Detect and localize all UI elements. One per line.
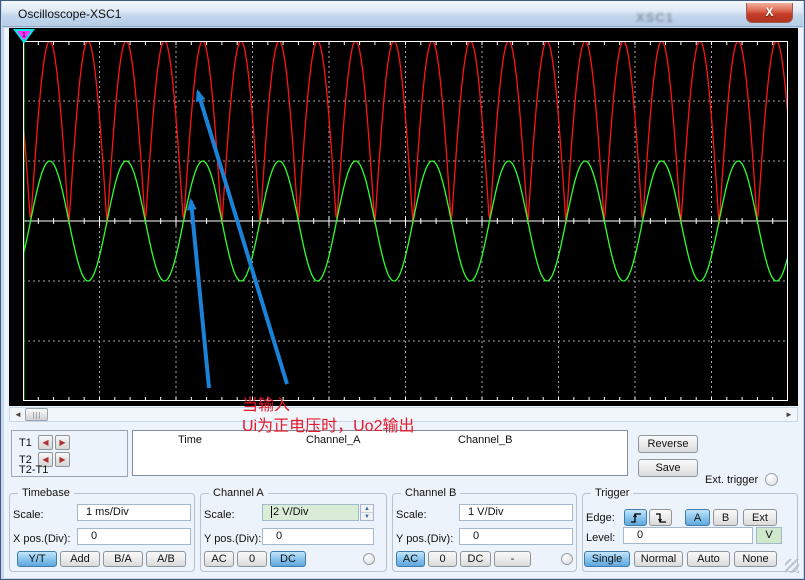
channel-a-probe-indicator [363, 553, 375, 565]
timebase-add-button[interactable]: Add [60, 551, 100, 567]
ext-trigger-indicator [765, 473, 778, 486]
close-button[interactable]: X [746, 3, 793, 23]
trigger-level-label: Level: [586, 532, 615, 544]
trigger-level-unit-select[interactable]: V [756, 527, 782, 544]
channel-a-scale-field[interactable]: 2 V/Div [262, 504, 359, 521]
timebase-yt-button[interactable]: Y/T [17, 551, 57, 567]
trigger-source-b-button[interactable]: B [713, 509, 738, 526]
channel-b-dc-button[interactable]: DC [460, 551, 491, 567]
trigger-single-button[interactable]: Single [584, 551, 630, 567]
timebase-scale-label: Scale: [13, 509, 44, 521]
channel-a-scale-spinner[interactable]: ▲ ▼ [360, 504, 374, 521]
trigger-normal-button[interactable]: Normal [634, 551, 683, 567]
readout-table: Time Channel_A Channel_B [132, 430, 628, 476]
trigger-source-a-button[interactable]: A [685, 509, 710, 526]
oscilloscope-window: Oscilloscope-XSC1 XSC1 X 1 当输入 Ui为正电压时，U… [0, 0, 805, 580]
cursor-panel: T1 ◀ ▶ T2 ◀ ▶ T2-T1 [11, 430, 128, 477]
channel-b-scale-field[interactable]: 1 V/Div [459, 504, 573, 521]
channel-b-probe-indicator [561, 553, 573, 565]
timebase-ab-button[interactable]: A/B [146, 551, 186, 567]
svg-text:1: 1 [22, 32, 26, 39]
channel-a-ypos-label: Y pos.(Div): [204, 533, 261, 545]
title-bar[interactable]: Oscilloscope-XSC1 XSC1 X [2, 1, 803, 27]
channel-b-title: Channel B [401, 487, 460, 499]
t2-right-button[interactable]: ▶ [55, 452, 70, 467]
timebase-title: Timebase [18, 487, 74, 499]
trigger-level-field[interactable]: 0 [623, 527, 753, 544]
spinner-up-icon[interactable]: ▲ [361, 505, 373, 513]
channel-a-dc-button[interactable]: DC [270, 551, 306, 567]
channel-a-ypos-field[interactable]: 0 [262, 528, 374, 545]
channel-a-zero-button[interactable]: 0 [237, 551, 267, 567]
readout-header-time: Time [178, 434, 202, 446]
readout-header-channel-b: Channel_B [458, 434, 512, 446]
background-watermark: XSC1 [636, 10, 674, 25]
trigger-falling-edge-button[interactable] [649, 509, 672, 526]
window-title: Oscilloscope-XSC1 [18, 7, 121, 21]
channel-b-minus-button[interactable]: - [494, 551, 531, 567]
annotation-text-line2: Ui为正电压时，Uo2输出 [242, 412, 414, 436]
channel-a-title: Channel A [209, 487, 268, 499]
timebase-xpos-label: X pos.(Div): [13, 533, 70, 545]
channel-b-scale-label: Scale: [396, 509, 427, 521]
resize-grip[interactable] [785, 559, 799, 573]
scroll-right-icon[interactable]: ► [783, 409, 795, 421]
cursor-t2-t1-label: T2-T1 [19, 464, 48, 476]
trigger-edge-label: Edge: [586, 512, 615, 524]
reverse-button[interactable]: Reverse [638, 435, 698, 453]
spinner-down-icon[interactable]: ▼ [361, 513, 373, 521]
trigger-none-button[interactable]: None [734, 551, 777, 567]
trigger-source-ext-button[interactable]: Ext [743, 509, 777, 526]
channel-b-ypos-label: Y pos.(Div): [396, 533, 453, 545]
falling-edge-icon [654, 511, 668, 525]
scope-display [23, 41, 788, 401]
channel-a-ac-button[interactable]: AC [204, 551, 234, 567]
timebase-xpos-field[interactable]: 0 [77, 528, 191, 545]
timebase-scale-field[interactable]: 1 ms/Div [77, 504, 191, 521]
channel-b-zero-button[interactable]: 0 [428, 551, 457, 567]
rising-edge-icon [629, 511, 643, 525]
save-button[interactable]: Save [638, 459, 698, 477]
cursor-t1-label: T1 [19, 437, 32, 449]
channel-b-ypos-field[interactable]: 0 [459, 528, 573, 545]
trigger-title: Trigger [591, 487, 633, 499]
trigger-auto-button[interactable]: Auto [687, 551, 730, 567]
ext-trigger-label: Ext. trigger [705, 474, 758, 486]
t1-right-button[interactable]: ▶ [55, 435, 70, 450]
scrollbar-thumb[interactable] [25, 408, 48, 421]
channel-a-scale-label: Scale: [204, 509, 235, 521]
t1-left-button[interactable]: ◀ [38, 435, 53, 450]
trigger-rising-edge-button[interactable] [624, 509, 647, 526]
timebase-ba-button[interactable]: B/A [103, 551, 143, 567]
channel-b-ac-button[interactable]: AC [396, 551, 425, 567]
cursor1-handle[interactable]: 1 [13, 29, 35, 43]
scroll-left-icon[interactable]: ◄ [12, 409, 24, 421]
